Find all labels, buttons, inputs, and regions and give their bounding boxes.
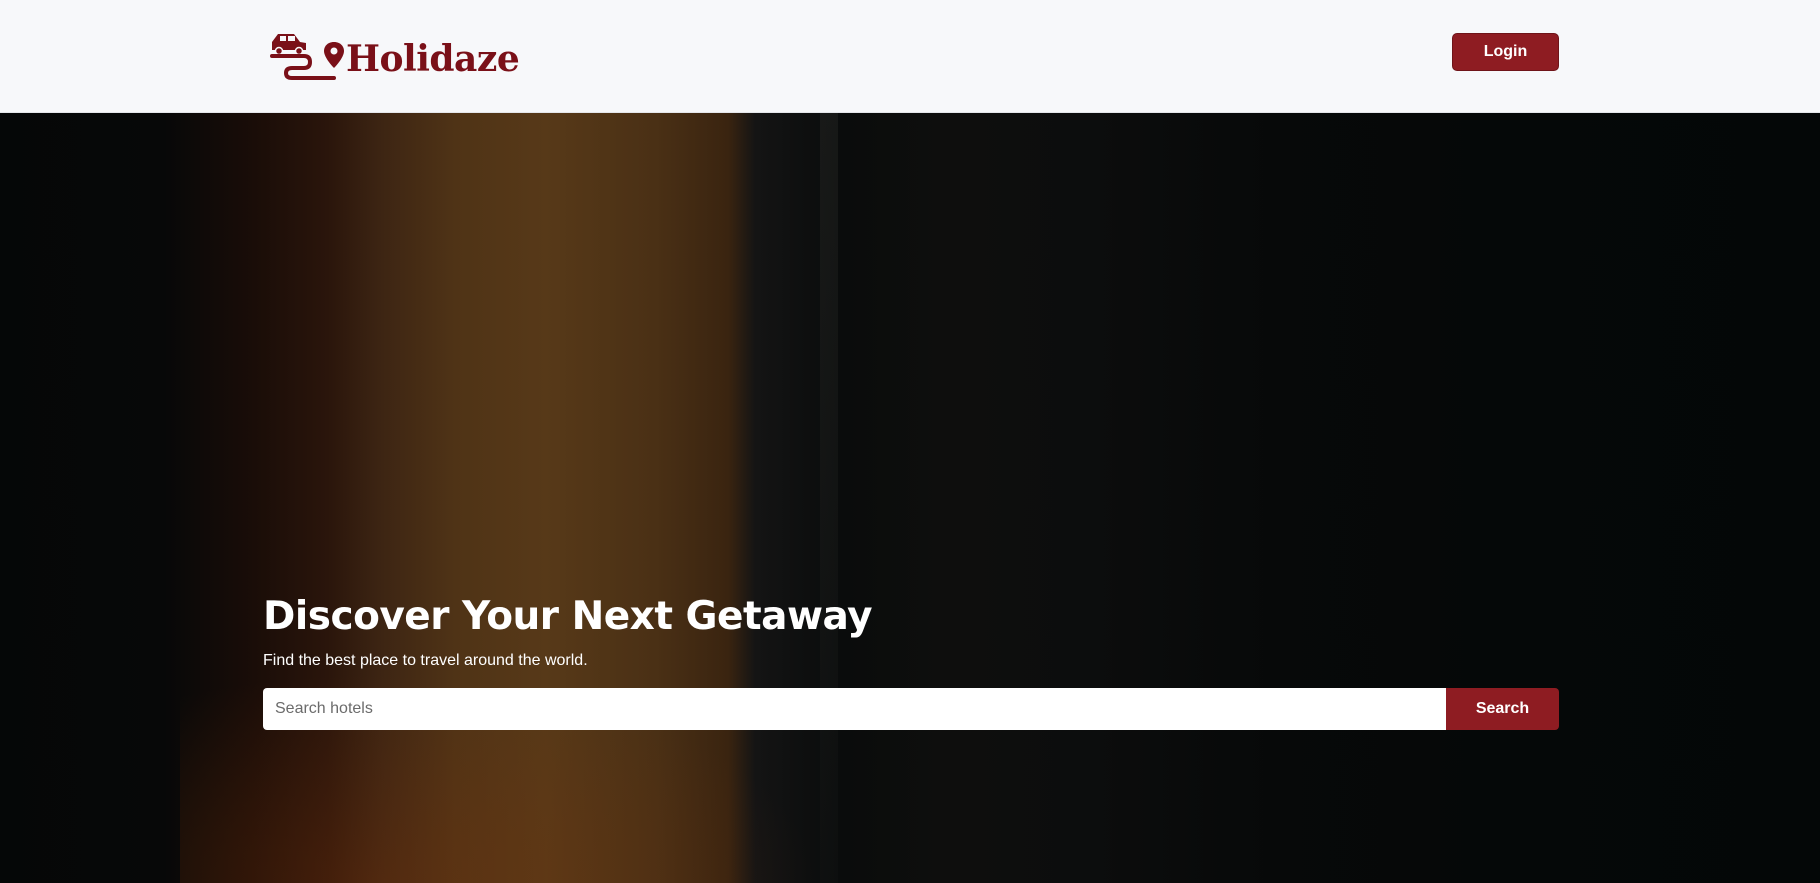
hotel-search-form: Search: [263, 688, 1559, 730]
hero-background-highlight: [820, 113, 838, 883]
hero-section: Discover Your Next Getaway Find the best…: [0, 113, 1820, 883]
site-header: Holidaze Login: [0, 0, 1820, 113]
home-logo-link[interactable]: Holidaze: [268, 20, 520, 80]
car-route-pin-icon: [268, 28, 344, 80]
brand-name: Holidaze: [346, 38, 520, 80]
hero-title: Discover Your Next Getaway: [263, 594, 873, 639]
search-button[interactable]: Search: [1446, 688, 1559, 730]
hero-content: Discover Your Next Getaway Find the best…: [263, 593, 1559, 730]
hero-subtitle: Find the best place to travel around the…: [263, 652, 588, 669]
search-input[interactable]: [263, 688, 1446, 730]
login-button[interactable]: Login: [1452, 33, 1559, 71]
